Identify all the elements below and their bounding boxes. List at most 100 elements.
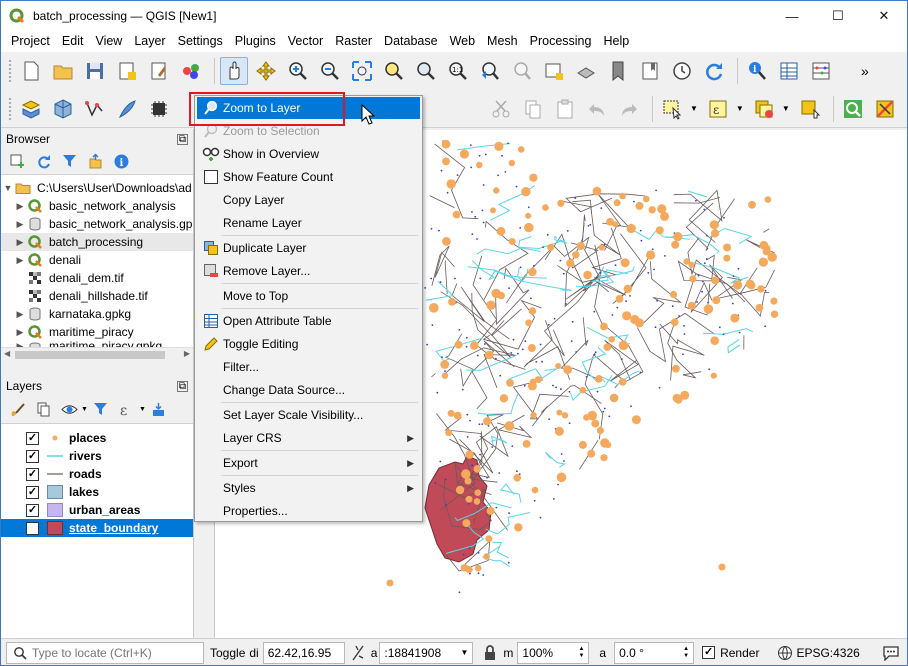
panel-splitter[interactable] (1, 361, 194, 376)
scrollbar-thumb[interactable] (15, 351, 165, 359)
collapsed-arrow-icon[interactable]: ▶ (13, 237, 27, 248)
locator-bar[interactable] (6, 641, 204, 664)
paste-features-button[interactable] (551, 95, 579, 123)
menu-item-layer-crs[interactable]: Layer CRS ▶ (197, 427, 420, 449)
refresh-button[interactable] (700, 57, 728, 85)
menu-raster[interactable]: Raster (329, 31, 378, 52)
field-calculator-button[interactable] (807, 57, 835, 85)
collapsed-arrow-icon[interactable]: ▶ (13, 201, 27, 212)
scroll-right-arrow-icon[interactable]: ▶ (184, 349, 190, 358)
menu-plugins[interactable]: Plugins (229, 31, 282, 52)
toolbar-grip[interactable] (7, 96, 13, 121)
chevron-down-icon[interactable]: ▼ (782, 104, 790, 113)
menu-item-export[interactable]: Export ▶ (197, 452, 420, 474)
tree-item-denali[interactable]: ▶ denali (1, 251, 193, 269)
scale-lock-icon[interactable] (349, 644, 367, 662)
open-layer-styling-button[interactable] (7, 400, 27, 420)
open-attribute-table-button[interactable] (775, 57, 803, 85)
processing-toolbox-button[interactable] (145, 95, 173, 123)
cut-features-button[interactable] (487, 95, 515, 123)
layer-visibility-checkbox[interactable]: ✓ (26, 431, 39, 445)
digitize-button[interactable] (81, 95, 109, 123)
scroll-left-arrow-icon[interactable]: ◀ (4, 349, 10, 358)
menu-item-set-layer-scale-visibility[interactable]: Set Layer Scale Visibility... (197, 404, 420, 426)
menu-help[interactable]: Help (597, 31, 635, 52)
layer-row-urban-areas[interactable]: ✓ urban_areas (1, 501, 193, 519)
deselect-features-button[interactable] (750, 95, 778, 123)
layer-visibility-checkbox[interactable]: ✓ (26, 467, 39, 481)
layer-row-state-boundary[interactable]: ✓ state_boundary (1, 519, 193, 537)
menu-item-duplicate-layer[interactable]: Duplicate Layer (197, 237, 420, 259)
spinner-arrows-icon[interactable]: ▲ ▼ (683, 646, 689, 660)
new-map-view-button[interactable] (540, 57, 568, 85)
chevron-down-icon[interactable]: ▼ (460, 648, 468, 657)
menu-item-toggle-editing[interactable]: Toggle Editing (197, 333, 420, 355)
save-project-button[interactable] (81, 57, 109, 85)
tree-item-basic-network-analysis[interactable]: ▶ basic_network_analysis (1, 197, 193, 215)
locator-button[interactable] (839, 95, 867, 123)
spinner-arrows-icon[interactable]: ▲ ▼ (578, 646, 584, 660)
lock-icon[interactable] (483, 644, 497, 661)
tree-item-basic-network-analysis-gpkg[interactable]: ▶ basic_network_analysis.gp (1, 215, 193, 233)
new-bookmark-button[interactable] (604, 57, 632, 85)
menu-processing[interactable]: Processing (524, 31, 598, 52)
chevron-down-icon[interactable]: ▼ (690, 104, 698, 113)
copy-features-button[interactable] (519, 95, 547, 123)
menu-view[interactable]: View (89, 31, 128, 52)
layer-row-rivers[interactable]: ✓ rivers (1, 447, 193, 465)
style-manager-button[interactable] (177, 57, 205, 85)
zoom-last-button[interactable] (476, 57, 504, 85)
new-project-button[interactable] (17, 57, 45, 85)
new-geopackage-layer-button[interactable] (49, 95, 77, 123)
layer-row-roads[interactable]: ✓ roads (1, 465, 193, 483)
menu-settings[interactable]: Settings (172, 31, 229, 52)
menu-item-move-to-top[interactable]: Move to Top (197, 285, 420, 307)
menu-item-change-data-source[interactable]: Change Data Source... (197, 379, 420, 401)
menu-item-filter[interactable]: Filter... (197, 356, 420, 378)
menu-item-show-feature-count[interactable]: Show Feature Count (197, 166, 420, 188)
show-bookmarks-button[interactable] (636, 57, 664, 85)
panel-float-icon[interactable]: ⧉ (177, 133, 188, 145)
tree-item-maritime-piracy[interactable]: ▶ maritime_piracy (1, 323, 193, 341)
crs-globe-icon[interactable] (777, 645, 793, 661)
collapse-all-button[interactable] (85, 152, 105, 172)
filter-by-expression-button[interactable]: ε (117, 400, 137, 420)
layer-row-places[interactable]: ✓ places (1, 429, 193, 447)
menu-item-open-attribute-table[interactable]: Open Attribute Table (197, 310, 420, 332)
add-selected-layers-button[interactable] (7, 152, 27, 172)
close-button[interactable]: ✕ (861, 1, 907, 31)
zoom-out-button[interactable] (316, 57, 344, 85)
pan-map-button[interactable] (220, 57, 248, 85)
coordinate-field[interactable]: 62.42,16.95 (262, 641, 345, 664)
new-print-layout-button[interactable] (113, 57, 141, 85)
properties-info-button[interactable]: i (111, 152, 131, 172)
browser-horizontal-scrollbar[interactable]: ◀ ▶ (1, 347, 193, 361)
undo-button[interactable] (583, 95, 611, 123)
zoom-to-selection-button[interactable] (380, 57, 408, 85)
maximize-button[interactable]: ☐ (815, 1, 861, 31)
tree-item-batch-processing[interactable]: ▶ batch_processing (1, 233, 193, 251)
collapsed-arrow-icon[interactable]: ▶ (13, 309, 27, 320)
menu-layer[interactable]: Layer (128, 31, 171, 52)
expanded-arrow-icon[interactable]: ▼ (1, 183, 15, 193)
menu-project[interactable]: Project (5, 31, 56, 52)
refresh-browser-button[interactable] (33, 152, 53, 172)
manage-visibility-button[interactable] (59, 400, 79, 420)
add-group-button[interactable] (33, 400, 53, 420)
menu-item-show-in-overview[interactable]: Show in Overview (197, 143, 420, 165)
magnifier-spinbox[interactable]: 100% ▲ ▼ (517, 641, 590, 664)
zoom-to-layer-button[interactable] (412, 57, 440, 85)
plugin-button[interactable] (871, 95, 899, 123)
tree-item-karnataka-gpkg[interactable]: ▶ karnataka.gpkg (1, 305, 193, 323)
rotation-spinbox[interactable]: 0.0 ° ▲ ▼ (614, 641, 695, 664)
select-location-button[interactable] (796, 95, 824, 123)
layer-visibility-checkbox[interactable]: ✓ (26, 521, 39, 535)
menu-web[interactable]: Web (444, 31, 481, 52)
toolbar-overflow-icon[interactable]: » (861, 63, 869, 79)
collapsed-arrow-icon[interactable]: ▶ (13, 327, 27, 338)
redo-button[interactable] (615, 95, 643, 123)
toolbar-grip[interactable] (7, 59, 13, 83)
layout-manager-button[interactable] (145, 57, 173, 85)
select-by-expression-button[interactable]: ε (704, 95, 732, 123)
chevron-down-icon[interactable]: ▼ (139, 406, 146, 413)
